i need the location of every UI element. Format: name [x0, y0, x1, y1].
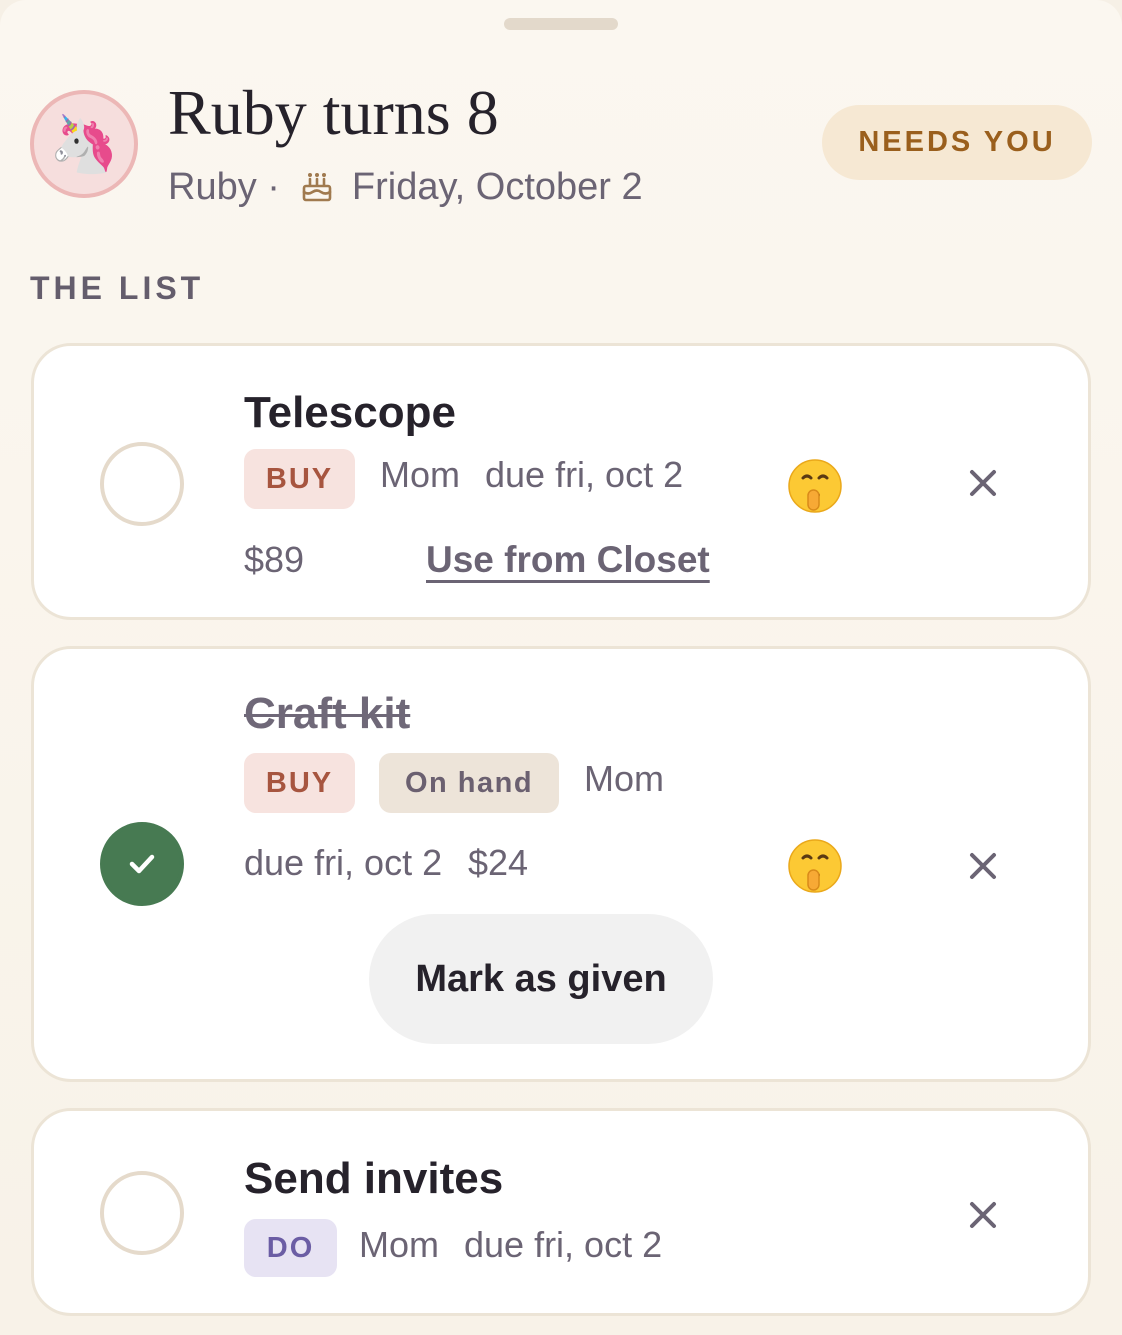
page-title: Ruby turns 8 [168, 77, 499, 148]
event-sheet: 🦄 Ruby turns 8 Ruby · Friday, October 2 … [0, 0, 1122, 1335]
mark-as-given-button[interactable]: Mark as given [369, 914, 713, 1044]
tag-buy: BUY [244, 449, 355, 509]
tag-buy: BUY [244, 753, 355, 813]
tag-do: DO [244, 1219, 337, 1277]
close-icon[interactable] [963, 463, 1003, 503]
item-assignee: Mom [380, 454, 460, 495]
sheet-drag-handle[interactable] [504, 18, 618, 30]
unicorn-icon: 🦄 [49, 112, 119, 175]
tag-on-hand: On hand [379, 753, 559, 813]
item-due: due fri, oct 2 [464, 1224, 663, 1265]
avatar: 🦄 [30, 90, 138, 198]
item-title: Send invites [244, 1154, 504, 1203]
item-price: $24 [468, 842, 529, 883]
item-assignee: Mom [359, 1224, 439, 1265]
complete-toggle[interactable] [100, 1171, 184, 1255]
list-item[interactable]: Telescope BUY Mom due fri, oct 2 $89 Use… [31, 343, 1091, 620]
item-assignee: Mom [584, 758, 664, 799]
person-name: Ruby · [168, 165, 280, 208]
event-subtitle: Ruby · Friday, October 2 [168, 164, 643, 210]
item-due: due fri, oct 2 [485, 454, 684, 495]
item-title: Telescope [244, 388, 456, 437]
complete-toggle[interactable] [100, 442, 184, 526]
list-item[interactable]: Send invites DO Mom due fri, oct 2 [31, 1108, 1091, 1316]
checkmark-icon [129, 854, 155, 874]
list-item[interactable]: Craft kit BUY On hand Mom due fri, oct 2… [31, 646, 1091, 1082]
item-title: Craft kit [244, 689, 411, 738]
shushing-face-icon[interactable] [786, 457, 844, 515]
section-label: THE LIST [30, 270, 205, 306]
item-due: due fri, oct 2 [244, 842, 443, 883]
close-icon[interactable] [963, 846, 1003, 886]
complete-toggle[interactable] [100, 822, 184, 906]
close-icon[interactable] [963, 1195, 1003, 1235]
item-price: $89 [244, 539, 305, 580]
event-date: Friday, October 2 [351, 165, 643, 208]
use-from-closet-link[interactable]: Use from Closet [426, 539, 710, 581]
cake-icon [302, 173, 332, 202]
status-badge[interactable]: NEEDS YOU [822, 105, 1092, 180]
shushing-face-icon[interactable] [786, 837, 844, 895]
